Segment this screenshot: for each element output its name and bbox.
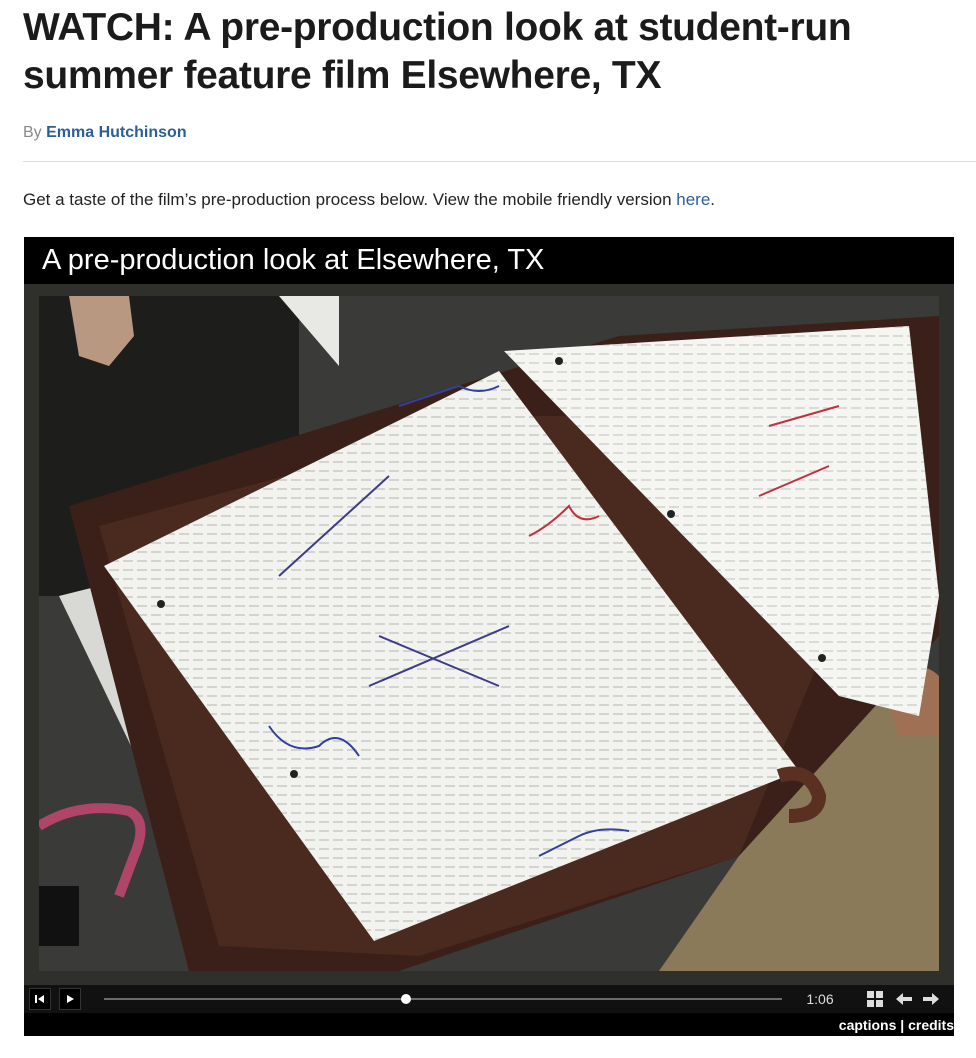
article-headline: WATCH: A pre-production look at student-… (23, 6, 852, 97)
previous-slide-button[interactable] (895, 990, 913, 1008)
skip-back-icon (35, 995, 44, 1003)
intro-paragraph: Get a taste of the film’s pre-production… (23, 190, 715, 210)
slide-stage (24, 284, 954, 985)
mobile-version-link[interactable]: here (676, 190, 710, 209)
captions-link[interactable]: captions (839, 1017, 897, 1033)
arrow-right-icon (923, 993, 939, 1005)
play-icon (67, 995, 74, 1003)
grid-icon (867, 991, 883, 1007)
progress-scrubber[interactable] (104, 994, 782, 1004)
byline-prefix: By (23, 124, 42, 141)
link-separator: | (900, 1017, 905, 1033)
player-title: A pre-production look at Elsewhere, TX (42, 244, 545, 276)
player-controls: 1:06 (24, 985, 954, 1013)
author-link[interactable]: Emma Hutchinson (46, 124, 186, 141)
next-slide-button[interactable] (922, 990, 940, 1008)
play-button[interactable] (59, 988, 81, 1010)
arrow-left-icon (896, 993, 912, 1005)
intro-text: Get a taste of the film’s pre-production… (23, 190, 677, 209)
grid-view-button[interactable] (866, 990, 884, 1008)
credits-link[interactable]: credits (908, 1017, 954, 1033)
player-footer-links: captions | credits (839, 1017, 954, 1033)
byline: By Emma Hutchinson (23, 124, 187, 142)
skip-back-button[interactable] (29, 988, 51, 1010)
script-pages-photo (39, 296, 939, 971)
time-display: 1:06 (806, 991, 834, 1007)
divider (23, 161, 976, 162)
slide-photo[interactable] (39, 296, 939, 971)
scrubber-knob[interactable] (400, 994, 411, 1004)
intro-suffix: . (710, 190, 716, 209)
slideshow-player: A pre-production look at Elsewhere, TX 1… (24, 237, 954, 1036)
